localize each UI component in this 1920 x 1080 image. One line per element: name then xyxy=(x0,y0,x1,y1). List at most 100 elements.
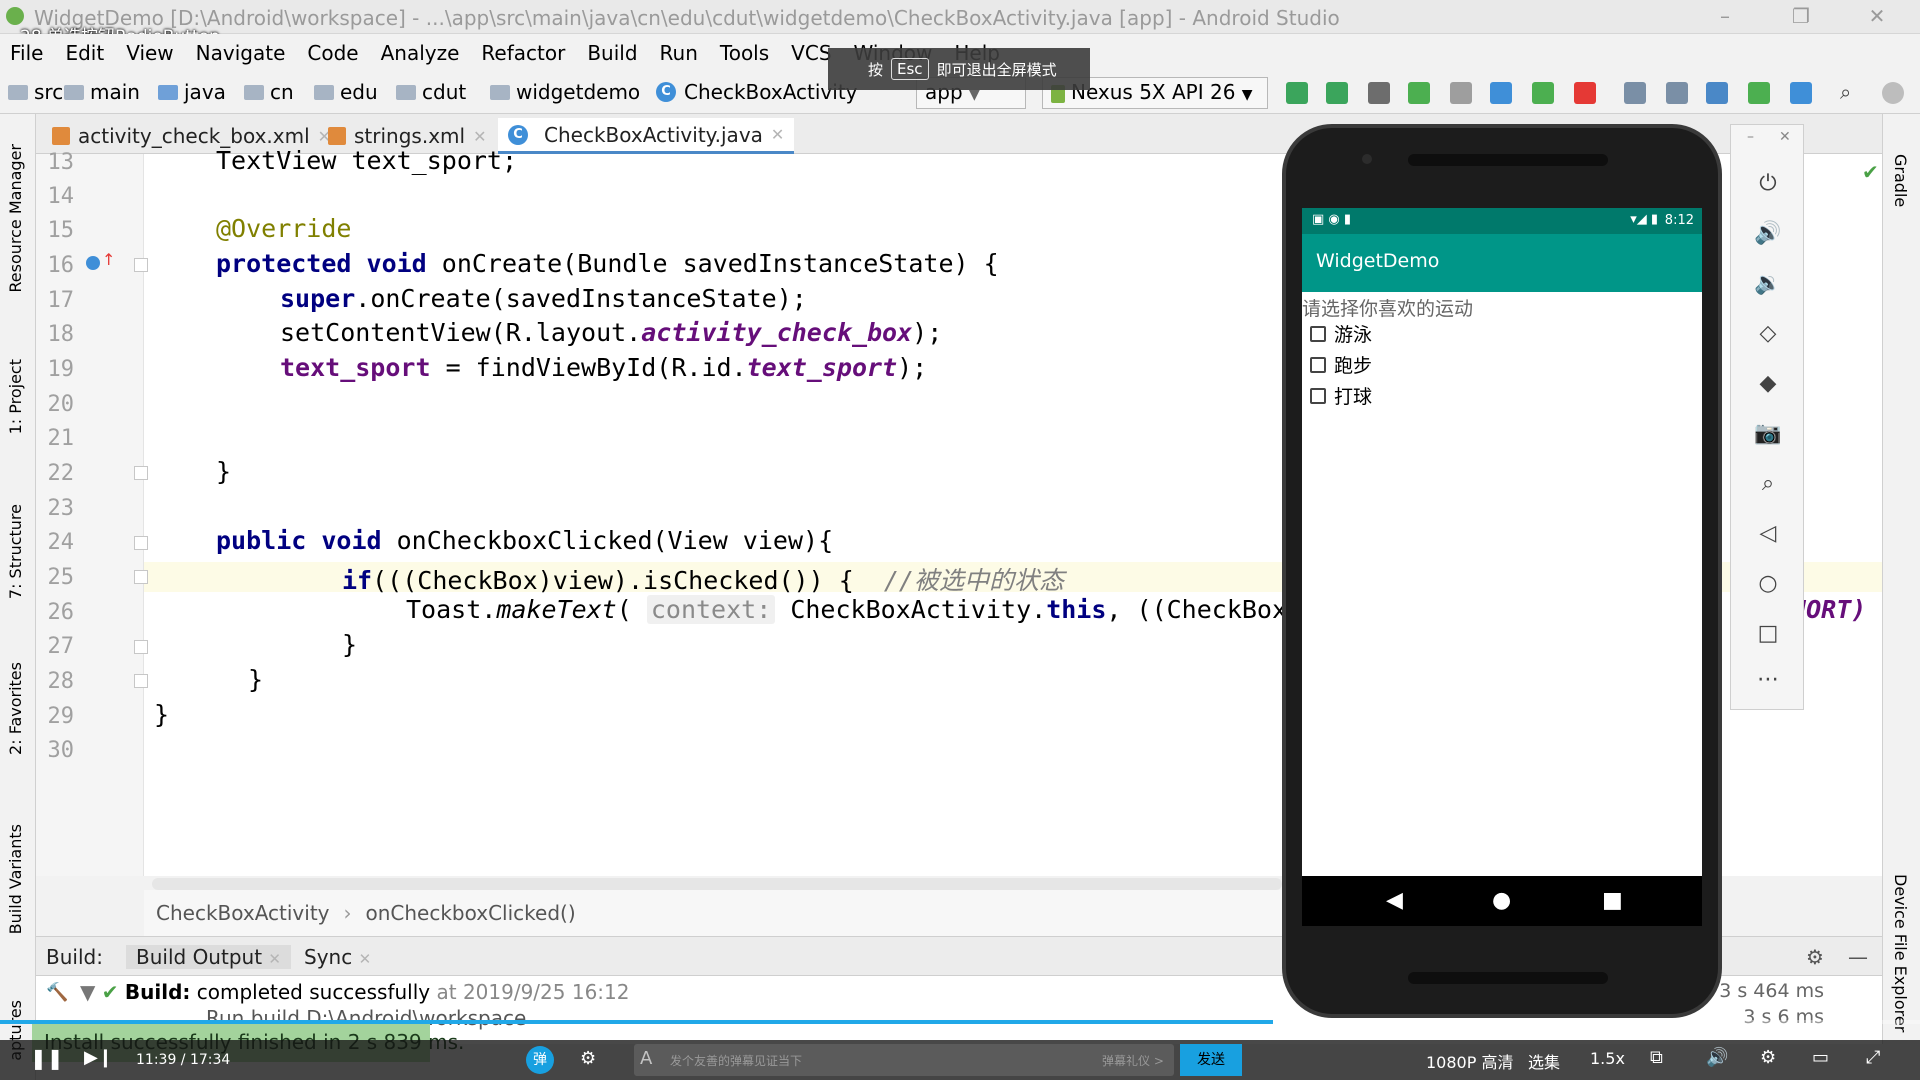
close-icon[interactable]: ✕ xyxy=(1779,129,1791,145)
send-button[interactable]: 发送 xyxy=(1180,1044,1242,1076)
search-icon[interactable]: ⌕ xyxy=(1840,80,1862,104)
tab-build-output[interactable]: Build Output ✕ xyxy=(126,945,291,969)
gear-icon[interactable]: ⚙ xyxy=(1760,1047,1776,1068)
menu-vcs[interactable]: VCS xyxy=(791,41,831,65)
recents-icon[interactable]: ■ xyxy=(1602,888,1623,913)
more-icon[interactable]: ⋯ xyxy=(1753,665,1783,695)
tool-resource-manager[interactable]: Resource Manager xyxy=(6,144,25,293)
pause-icon[interactable]: ❚❚ xyxy=(30,1046,64,1070)
sdk-manager-icon[interactable] xyxy=(1790,82,1812,104)
fold-marker-icon[interactable] xyxy=(134,536,148,550)
menu-code[interactable]: Code xyxy=(307,41,358,65)
danmaku-settings-icon[interactable]: ⚙ xyxy=(580,1048,596,1069)
crumb-java[interactable]: java xyxy=(158,80,226,104)
fold-marker-icon[interactable] xyxy=(134,674,148,688)
menu-navigate[interactable]: Navigate xyxy=(196,41,286,65)
zoom-icon[interactable]: ⌕ xyxy=(1753,469,1783,499)
home-icon[interactable]: ○ xyxy=(1753,569,1783,599)
video-progress-remaining[interactable] xyxy=(1273,1020,1920,1024)
menu-view[interactable]: View xyxy=(126,41,173,65)
crumb-src[interactable]: src xyxy=(8,80,63,104)
tool-structure[interactable]: 7: Structure xyxy=(6,504,25,599)
close-icon[interactable]: ✕ xyxy=(268,950,281,968)
overview-icon[interactable]: □ xyxy=(1753,619,1783,649)
subtitle-icon[interactable]: ⧉ xyxy=(1650,1047,1663,1068)
tab-checkboxactivity-java[interactable]: C CheckBoxActivity.java ✕ xyxy=(498,118,795,154)
picture-in-picture-icon[interactable]: ▭ xyxy=(1812,1047,1829,1068)
gear-icon[interactable]: ⚙ xyxy=(1806,945,1824,969)
tool-gradle[interactable]: Gradle xyxy=(1891,154,1910,207)
profiler-icon[interactable] xyxy=(1490,82,1512,104)
avatar[interactable] xyxy=(1882,82,1904,104)
attach-debugger-icon[interactable] xyxy=(1532,82,1554,104)
tool-favorites[interactable]: 2: Favorites xyxy=(6,662,25,755)
menu-analyze[interactable]: Analyze xyxy=(381,41,460,65)
tool-build-variants[interactable]: Build Variants xyxy=(6,824,25,934)
back-icon[interactable]: ◁ xyxy=(1753,519,1783,549)
menu-tools[interactable]: Tools xyxy=(720,41,769,65)
volume-icon[interactable]: 🔊 xyxy=(1706,1047,1728,1068)
fold-marker-icon[interactable] xyxy=(134,466,148,480)
menu-refactor[interactable]: Refactor xyxy=(481,41,565,65)
danmaku-etiquette-link[interactable]: 弹幕礼仪 > xyxy=(1102,1052,1164,1069)
checkbox-icon[interactable] xyxy=(1310,356,1326,373)
rotate-left-icon[interactable]: ◇ xyxy=(1753,319,1783,349)
speed-select[interactable]: 1.5x xyxy=(1590,1049,1625,1068)
build-result-line[interactable]: ▼ ✔ Build: completed successfully at 201… xyxy=(80,980,629,1004)
back-icon[interactable]: ◀ xyxy=(1386,888,1403,913)
close-icon[interactable]: ✕ xyxy=(1862,4,1892,28)
phone-screen[interactable]: ▣ ◉ ▮ ▾◢ ▮ 8:12 WidgetDemo 请选择你喜欢的运动 游泳 … xyxy=(1302,208,1702,926)
crumb-cn[interactable]: cn xyxy=(244,80,294,104)
quality-select[interactable]: 1080P 高清 xyxy=(1426,1049,1513,1073)
crumb-main[interactable]: main xyxy=(64,80,140,104)
power-icon[interactable]: ⏻ xyxy=(1753,169,1783,199)
checkbox-ball[interactable]: 打球 xyxy=(1310,382,1372,409)
next-icon[interactable]: ▶❙ xyxy=(84,1047,113,1068)
minimize-icon[interactable]: – xyxy=(1747,129,1754,145)
crumb-widgetdemo[interactable]: widgetdemo xyxy=(490,80,640,104)
profile-icon[interactable] xyxy=(1450,82,1472,104)
breadcrumb-class[interactable]: CheckBoxActivity xyxy=(156,901,330,925)
apply-changes-icon[interactable] xyxy=(1286,82,1308,104)
fullscreen-icon[interactable]: ⤢ xyxy=(1866,1047,1880,1068)
video-progress-played[interactable] xyxy=(0,1020,1273,1024)
tab-sync[interactable]: Sync ✕ xyxy=(304,945,371,969)
crumb-edu[interactable]: edu xyxy=(314,80,378,104)
episodes-button[interactable]: 选集 xyxy=(1528,1049,1560,1073)
camera-icon[interactable]: 📷 xyxy=(1753,419,1783,449)
menu-build[interactable]: Build xyxy=(587,41,637,65)
override-marker-icon[interactable] xyxy=(86,256,100,270)
crumb-cdut[interactable]: cdut xyxy=(396,80,466,104)
menu-file[interactable]: File xyxy=(10,41,43,65)
project-structure-icon[interactable] xyxy=(1624,82,1646,104)
maximize-icon[interactable]: ❐ xyxy=(1786,4,1816,28)
menu-run[interactable]: Run xyxy=(660,41,698,65)
close-icon[interactable]: ✕ xyxy=(473,127,486,146)
menu-edit[interactable]: Edit xyxy=(65,41,104,65)
home-icon[interactable]: ● xyxy=(1492,888,1511,913)
close-icon[interactable]: ✕ xyxy=(771,125,784,144)
checkbox-run[interactable]: 跑步 xyxy=(1310,351,1372,378)
close-icon[interactable]: ✕ xyxy=(359,950,372,968)
tool-device-file-explorer[interactable]: Device File Explorer xyxy=(1891,874,1910,1032)
stop-icon[interactable] xyxy=(1574,82,1596,104)
avd-manager-icon[interactable] xyxy=(1748,82,1770,104)
terminal-icon[interactable] xyxy=(1666,82,1688,104)
danmaku-input[interactable]: 发个友善的弹幕见证当下 弹幕礼仪 > xyxy=(634,1044,1174,1076)
sync-gradle-icon[interactable] xyxy=(1706,82,1728,104)
rotate-right-icon[interactable]: ◆ xyxy=(1753,369,1783,399)
apply-code-changes-icon[interactable] xyxy=(1326,82,1348,104)
minimize-icon[interactable]: – xyxy=(1710,4,1740,28)
debug-icon[interactable] xyxy=(1408,82,1430,104)
checkbox-swim[interactable]: 游泳 xyxy=(1310,320,1372,347)
fold-marker-icon[interactable] xyxy=(134,258,148,272)
fold-marker-icon[interactable] xyxy=(134,640,148,654)
volume-up-icon[interactable]: 🔊 xyxy=(1753,219,1783,249)
horizontal-scrollbar[interactable] xyxy=(152,878,1282,890)
checkbox-icon[interactable] xyxy=(1310,387,1326,404)
tool-project[interactable]: 1: Project xyxy=(6,359,25,434)
checkbox-icon[interactable] xyxy=(1310,325,1326,342)
coverage-icon[interactable] xyxy=(1368,82,1390,104)
volume-down-icon[interactable]: 🔉 xyxy=(1753,269,1783,299)
danmaku-toggle-icon[interactable]: 弹 xyxy=(526,1046,554,1074)
